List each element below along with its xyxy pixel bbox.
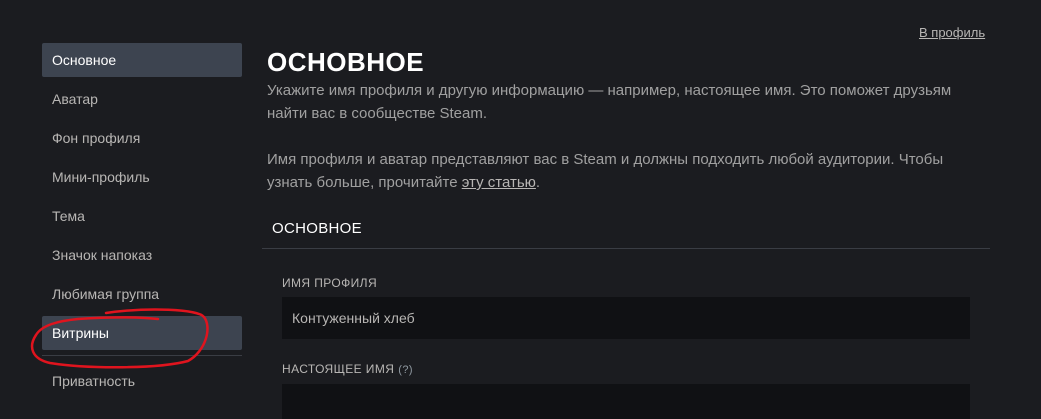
article-link[interactable]: эту статью xyxy=(462,174,536,191)
main-content: ОСНОВНОЕ Укажите имя профиля и другую ин… xyxy=(267,45,989,194)
edit-profile-page: Основное Аватар Фон профиля Мини-профиль… xyxy=(0,0,1041,419)
section-header: ОСНОВНОЕ xyxy=(262,208,990,249)
real-name-label-text: Настоящее имя xyxy=(282,362,395,376)
sidebar-item-mini-profile[interactable]: Мини-профиль xyxy=(42,160,242,194)
section-title: ОСНОВНОЕ xyxy=(272,220,362,237)
sidebar-item-profile-background[interactable]: Фон профиля xyxy=(42,121,242,155)
page-title: ОСНОВНОЕ xyxy=(267,47,425,77)
sidebar-item-theme[interactable]: Тема xyxy=(42,199,242,233)
description-guidelines-end: . xyxy=(535,174,541,191)
description-guidelines: Имя профиля и аватар представляют вас в … xyxy=(267,148,989,194)
sidebar-item-general[interactable]: Основное xyxy=(42,43,242,77)
profile-name-label: Имя профиля xyxy=(282,276,377,290)
sidebar-item-favorite-group[interactable]: Любимая группа xyxy=(42,277,242,311)
help-icon[interactable]: (?) xyxy=(398,364,413,376)
real-name-label: Настоящее имя (?) xyxy=(282,362,413,376)
sidebar-item-privacy[interactable]: Приватность xyxy=(42,364,242,398)
sidebar-nav: Основное Аватар Фон профиля Мини-профиль… xyxy=(42,43,242,403)
description-intro: Укажите имя профиля и другую информацию … xyxy=(267,82,952,122)
description-guidelines-text: Имя профиля и аватар представляют вас в … xyxy=(267,151,944,191)
real-name-input[interactable] xyxy=(282,384,970,419)
profile-name-label-text: Имя профиля xyxy=(282,276,378,290)
to-profile-link[interactable]: В профиль xyxy=(919,25,985,40)
sidebar-item-showcases[interactable]: Витрины xyxy=(42,316,242,350)
sidebar-divider xyxy=(42,355,242,356)
sidebar-item-featured-badge[interactable]: Значок напоказ xyxy=(42,238,242,272)
profile-name-input[interactable] xyxy=(282,297,970,339)
sidebar-item-avatar[interactable]: Аватар xyxy=(42,82,242,116)
